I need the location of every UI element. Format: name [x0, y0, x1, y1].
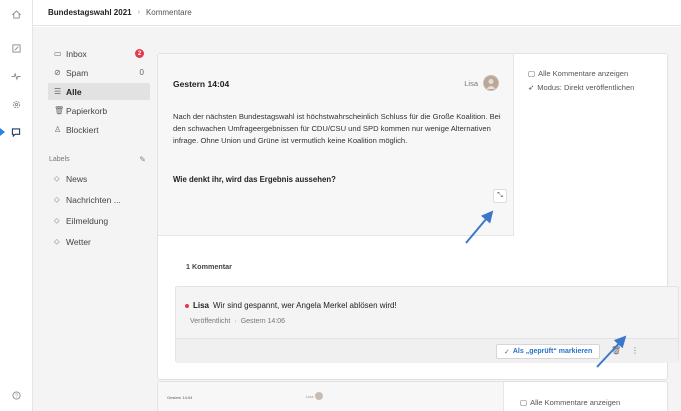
comment-actions: ✓ Als „geprüft“ markieren 🗑︎ ⋮	[176, 338, 678, 363]
label-name: Eilmeldung	[66, 215, 109, 226]
sidebar-item-papierkorb[interactable]: 🗑︎ Papierkorb	[48, 102, 150, 119]
sidebar-item-inbox[interactable]: ▭ Inbox 2	[48, 45, 150, 62]
inbox-icon: ▭	[54, 49, 62, 58]
more-options-icon[interactable]: ⋮	[631, 346, 639, 355]
comment-icon: ▢	[528, 69, 536, 78]
check-icon: ✓	[504, 348, 510, 356]
avatar	[315, 392, 324, 400]
comment-line: Lisa Wir sind gespannt, wer Angela Merke…	[185, 301, 397, 310]
breadcrumb-separator: ›	[137, 9, 140, 16]
edit-icon[interactable]	[9, 41, 23, 55]
breadcrumb: Bundestagswahl 2021 › Kommentare	[33, 0, 681, 26]
meta-separator: ·	[234, 318, 237, 325]
sidebar-item-spam[interactable]: ⊘ Spam 0	[48, 64, 150, 81]
comments-count: 1 Kommentar	[186, 262, 232, 271]
unread-badge: 2	[135, 49, 144, 58]
post-sidebar: ▢ Alle Kommentare anzeigen ➶ Modus: Dire…	[514, 54, 667, 236]
comments-icon[interactable]	[9, 125, 23, 139]
mark-reviewed-button[interactable]: ✓ Als „geprüft“ markieren	[496, 344, 601, 359]
comment-author[interactable]: Lisa	[193, 301, 209, 310]
comment-status: Veröffentlicht	[190, 318, 231, 325]
tag-icon: ⬦	[54, 173, 60, 183]
blocked-user-icon: ♙	[54, 125, 62, 134]
settings-icon[interactable]	[9, 97, 23, 111]
label-item-nachrichten[interactable]: ⬦ Nachrichten ...	[48, 191, 150, 208]
send-icon: ➶	[528, 83, 535, 92]
tag-icon: ⬦	[54, 215, 60, 225]
post-question: Wie denkt ihr, wird das Ergebnis aussehe…	[173, 175, 336, 184]
mode-label: Modus: Direkt veröffentlichen	[537, 83, 635, 92]
post-author: Lisa	[306, 392, 324, 400]
spam-icon: ⊘	[54, 68, 61, 77]
active-marker	[0, 128, 5, 136]
spam-count: 0	[139, 68, 144, 77]
unread-dot	[185, 303, 189, 308]
post-body: Nach der nächsten Bundestagswahl ist höc…	[173, 112, 501, 145]
mode-link[interactable]: ➶ Modus: Direkt veröffentlichen	[528, 83, 634, 92]
show-all-comments-link[interactable]: ▢ Alle Kommentare anzeigen	[528, 69, 628, 78]
expand-button[interactable]: ⤡	[493, 189, 507, 203]
comment-item: Lisa Wir sind gespannt, wer Angela Merke…	[175, 286, 679, 363]
tag-icon: ⬦	[54, 194, 60, 204]
activity-icon[interactable]	[9, 69, 23, 83]
post-content: Gestern 14:04 Lisa Nach der nächsten Bun…	[158, 54, 514, 236]
home-icon[interactable]	[9, 7, 23, 21]
edit-labels-icon[interactable]: ✎	[139, 155, 146, 164]
sidebar-item-label: Inbox	[66, 48, 87, 59]
label-name: Wetter	[66, 236, 91, 247]
post-date: Gestern 14:04	[167, 395, 193, 400]
label-item-news[interactable]: ⬦ News	[48, 170, 150, 187]
label-item-wetter[interactable]: ⬦ Wetter	[48, 233, 150, 250]
all-icon: ☰	[54, 87, 62, 96]
sidebar-item-blockiert[interactable]: ♙ Blockiert	[48, 121, 150, 138]
comment-text: Wir sind gespannt, wer Angela Merkel abl…	[213, 301, 397, 310]
sidebar-item-label: Blockiert	[66, 124, 99, 135]
post-author: Lisa	[464, 75, 499, 91]
avatar	[483, 75, 499, 91]
breadcrumb-project[interactable]: Bundestagswahl 2021	[48, 8, 132, 17]
comment-meta: Veröffentlicht · Gestern 14:06	[190, 318, 285, 325]
post-content: Gestern 14:04 Lisa	[158, 382, 504, 411]
label-item-eilmeldung[interactable]: ⬦ Eilmeldung	[48, 212, 150, 229]
post-card: Gestern 14:04 Lisa Nach der nächsten Bun…	[157, 53, 679, 380]
post-card: Gestern 14:04 Lisa ▢ Alle Kommentare anz…	[157, 381, 668, 411]
help-icon[interactable]: ?	[9, 388, 23, 402]
comment-time: Gestern 14:06	[240, 318, 286, 325]
mark-reviewed-label: Als „geprüft“ markieren	[512, 348, 593, 355]
post-author-name: Lisa	[464, 78, 478, 88]
trash-icon: 🗑︎	[54, 106, 65, 115]
post-date: Gestern 14:04	[173, 79, 230, 89]
comment-icon: ▢	[520, 398, 528, 407]
icon-rail: ?	[0, 0, 33, 411]
show-all-comments-label: Alle Kommentare anzeigen	[538, 69, 629, 78]
delete-icon[interactable]: 🗑︎	[611, 346, 621, 355]
post-author-name: Lisa	[306, 393, 314, 399]
svg-text:?: ?	[15, 393, 18, 399]
label-name: News	[66, 173, 88, 184]
show-all-comments-label: Alle Kommentare anzeigen	[530, 398, 621, 407]
show-all-comments-link[interactable]: ▢ Alle Kommentare anzeigen	[520, 398, 620, 407]
sidebar-item-label: Papierkorb	[66, 105, 108, 116]
labels-header: Labels ✎	[48, 152, 150, 166]
breadcrumb-current: Kommentare	[145, 8, 192, 17]
main-area: ▭ Inbox 2 ⊘ Spam 0 ☰ Alle 🗑︎ Papierkorb …	[33, 27, 681, 411]
tag-icon: ⬦	[54, 236, 60, 246]
expand-icon: ⤡	[497, 192, 503, 199]
label-name: Nachrichten ...	[66, 194, 121, 205]
sidebar-item-alle[interactable]: ☰ Alle	[48, 83, 150, 100]
labels-heading: Labels	[49, 155, 70, 163]
sidebar-item-label: Alle	[66, 86, 82, 97]
sidebar-item-label: Spam	[66, 67, 89, 78]
sidebar-nav: ▭ Inbox 2 ⊘ Spam 0 ☰ Alle 🗑︎ Papierkorb …	[48, 45, 150, 250]
